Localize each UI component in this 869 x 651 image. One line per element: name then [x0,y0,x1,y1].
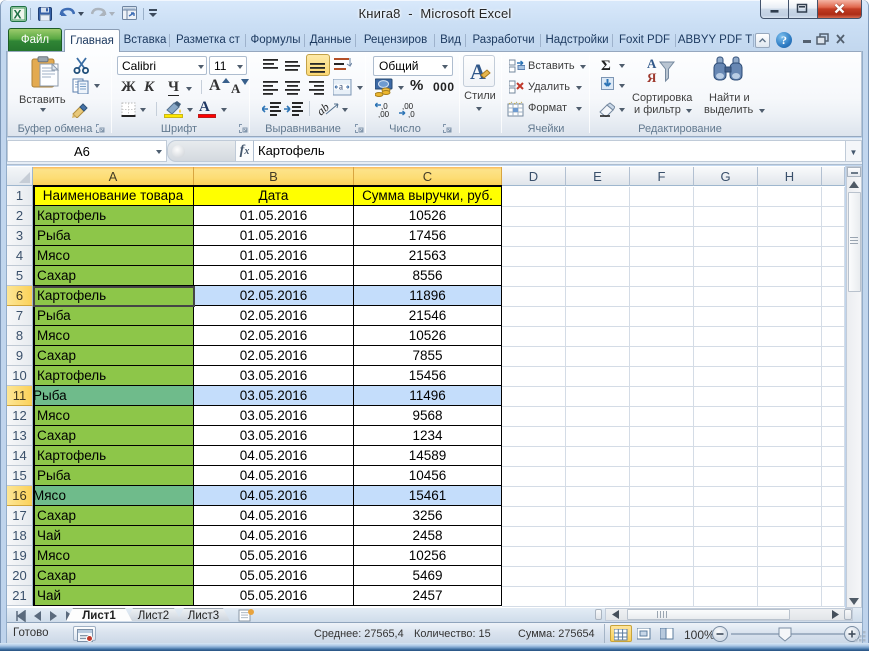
svg-text:a: a [339,82,343,92]
svg-text:,00: ,00 [378,110,390,118]
svg-text:ab: ab [318,100,332,118]
svg-text:X: X [14,8,22,22]
svg-text:Я: Я [647,70,657,85]
svg-text:А: А [647,56,657,71]
svg-text:,0: ,0 [408,110,415,118]
svg-text:А: А [470,59,486,83]
